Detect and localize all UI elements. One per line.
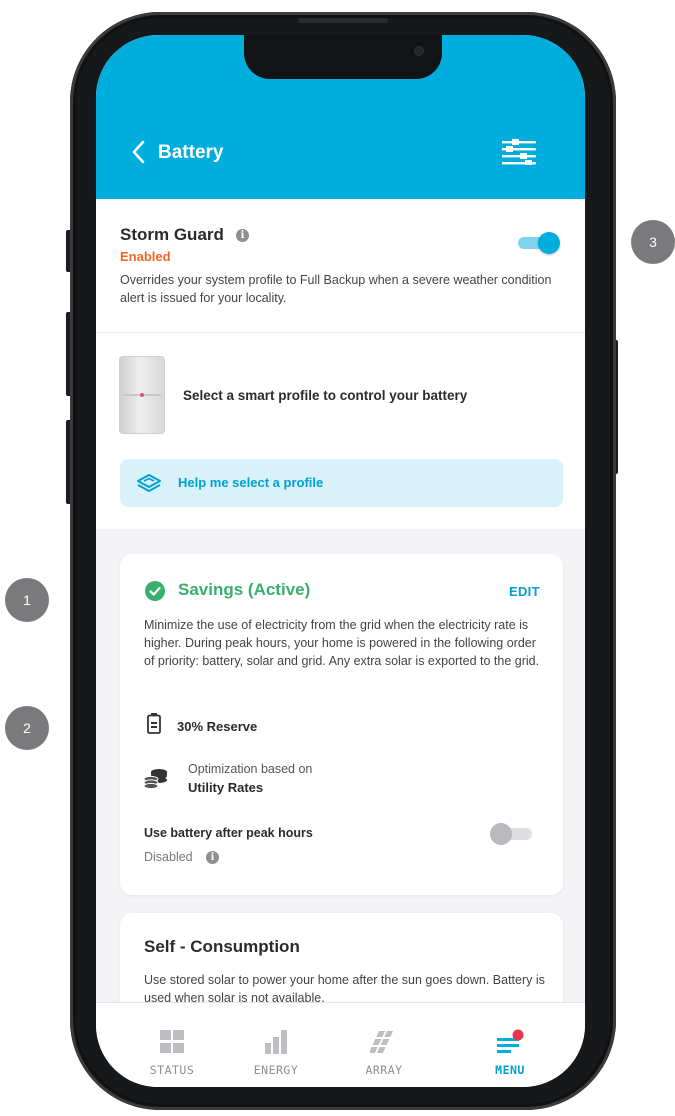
nav-label: MENU — [495, 1063, 525, 1077]
sliders-icon — [502, 139, 536, 166]
peak-hours-label: Use battery after peak hours — [144, 826, 313, 840]
solar-array-icon — [370, 1031, 394, 1053]
chevron-left-icon — [132, 140, 145, 164]
optimization-label: Optimization based on — [188, 762, 313, 776]
app-screen: Battery Storm Guard i Enabled Overrides — [96, 35, 585, 1087]
help-select-profile-button[interactable]: Help me select a profile — [120, 459, 563, 507]
nav-array[interactable]: ARRAY — [334, 1003, 434, 1087]
battery-icon — [147, 713, 161, 734]
info-icon[interactable]: i — [236, 229, 249, 242]
toggle-knob — [490, 823, 512, 845]
callout-marker: 3 — [631, 220, 675, 264]
nav-energy[interactable]: ENERGY — [226, 1003, 326, 1087]
menu-lines-icon — [497, 1029, 524, 1053]
info-icon[interactable]: i — [206, 851, 219, 864]
nav-label: STATUS — [149, 1063, 195, 1077]
notch — [244, 35, 442, 79]
storm-guard-description: Overrides your system profile to Full Ba… — [120, 273, 552, 305]
check-circle-icon — [145, 581, 165, 601]
help-select-profile-label: Help me select a profile — [178, 475, 324, 490]
savings-description: Minimize the use of electricity from the… — [144, 618, 540, 668]
front-camera — [414, 46, 424, 56]
nav-label: ENERGY — [253, 1063, 299, 1077]
nav-label: ARRAY — [365, 1063, 403, 1077]
toggle-knob — [538, 232, 560, 254]
nav-menu[interactable]: MENU — [460, 1003, 560, 1087]
energy-bars-icon — [265, 1030, 287, 1054]
storm-guard-section: Storm Guard i Enabled Overrides your sys… — [96, 199, 585, 333]
optimization-value: Utility Rates — [188, 780, 264, 795]
peak-hours-status: Disabled — [144, 850, 193, 864]
back-button[interactable] — [128, 138, 150, 166]
callout-marker: 2 — [5, 706, 49, 750]
reserve-value: 30% Reserve — [177, 719, 258, 734]
savings-profile-card[interactable]: Savings (Active) EDIT Minimize the use o… — [120, 554, 563, 895]
status-grid-icon — [160, 1030, 184, 1053]
coins-icon — [143, 769, 167, 789]
battery-device-image — [120, 357, 164, 433]
bottom-navigation: STATUS ENERGY ARRAY MENU — [96, 1002, 585, 1087]
page-title: Battery — [158, 142, 224, 163]
self-consumption-title: Self - Consumption — [144, 937, 300, 956]
settings-filter-button[interactable] — [502, 139, 536, 166]
profile-select-section: Select a smart profile to control your b… — [96, 333, 585, 529]
peak-hours-toggle[interactable] — [490, 822, 536, 846]
nav-status[interactable]: STATUS — [122, 1003, 222, 1087]
stage: Battery Storm Guard i Enabled Overrides — [0, 0, 675, 1116]
stack-book-icon — [137, 474, 161, 492]
savings-title: Savings (Active) — [178, 580, 311, 599]
storm-guard-title: Storm Guard — [120, 225, 224, 244]
storm-guard-toggle[interactable] — [516, 231, 562, 255]
profile-prompt: Select a smart profile to control your b… — [183, 388, 468, 403]
callout-marker: 1 — [5, 578, 49, 622]
edit-button[interactable]: EDIT — [509, 584, 540, 599]
battery-led — [140, 393, 144, 397]
storm-guard-status: Enabled — [120, 249, 171, 264]
earpiece-speaker — [298, 18, 388, 23]
